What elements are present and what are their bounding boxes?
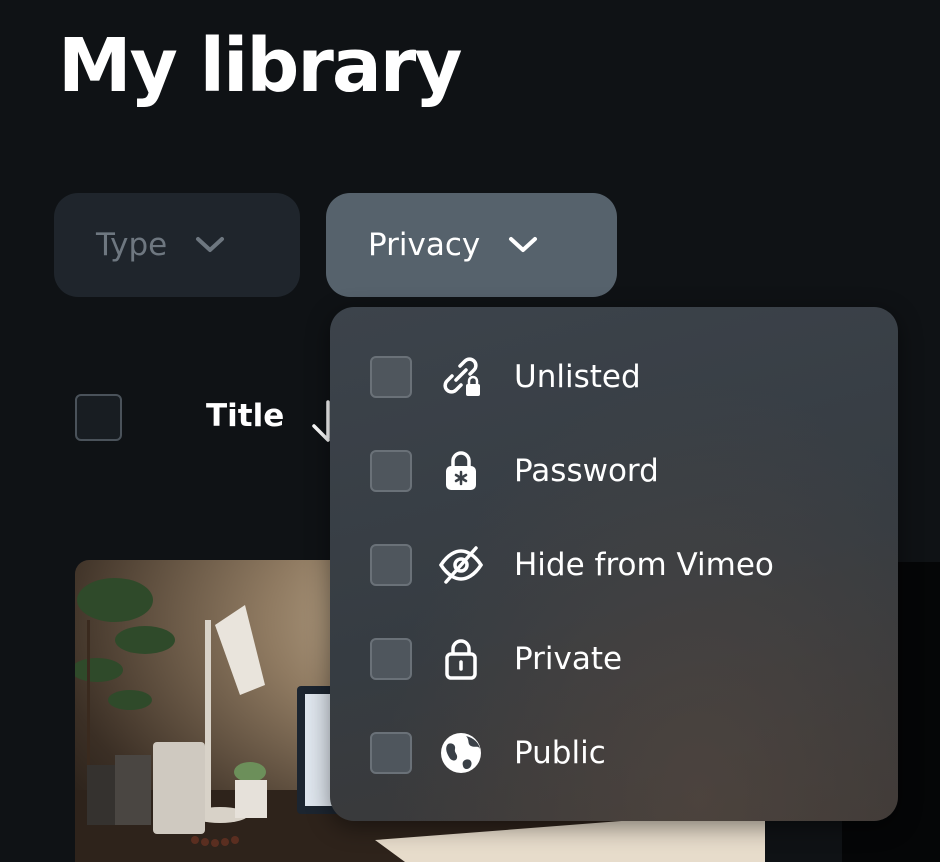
page-title: My library [58, 23, 463, 109]
chevron-down-icon [195, 235, 225, 255]
public-checkbox[interactable] [370, 732, 412, 774]
link-lock-icon [438, 354, 484, 400]
eye-off-icon [438, 542, 484, 588]
privacy-option-hide-from-vimeo[interactable]: Hide from Vimeo [370, 535, 774, 595]
type-filter-label: Type [96, 227, 168, 263]
globe-icon [438, 730, 484, 776]
hide-from-vimeo-checkbox[interactable] [370, 544, 412, 586]
chevron-down-icon [508, 235, 538, 255]
privacy-option-public[interactable]: Public [370, 723, 606, 783]
private-label: Private [514, 641, 623, 677]
library-page: My library Type Privacy Title Unlisted P… [0, 0, 940, 862]
title-column-header[interactable]: Title [206, 398, 284, 434]
password-lock-icon [438, 448, 484, 494]
unlisted-label: Unlisted [514, 359, 641, 395]
type-filter-button[interactable]: Type [54, 193, 300, 297]
private-checkbox[interactable] [370, 638, 412, 680]
hide-from-vimeo-label: Hide from Vimeo [514, 547, 774, 583]
privacy-dropdown-menu: Unlisted Password Hide from Vimeo Privat… [330, 307, 898, 821]
lock-icon [438, 636, 484, 682]
privacy-filter-button[interactable]: Privacy [326, 193, 617, 297]
select-all-checkbox[interactable] [75, 394, 122, 441]
password-label: Password [514, 453, 659, 489]
password-checkbox[interactable] [370, 450, 412, 492]
privacy-option-password[interactable]: Password [370, 441, 659, 501]
privacy-option-private[interactable]: Private [370, 629, 622, 689]
privacy-filter-label: Privacy [368, 227, 481, 263]
public-label: Public [514, 735, 606, 771]
unlisted-checkbox[interactable] [370, 356, 412, 398]
privacy-option-unlisted[interactable]: Unlisted [370, 347, 641, 407]
